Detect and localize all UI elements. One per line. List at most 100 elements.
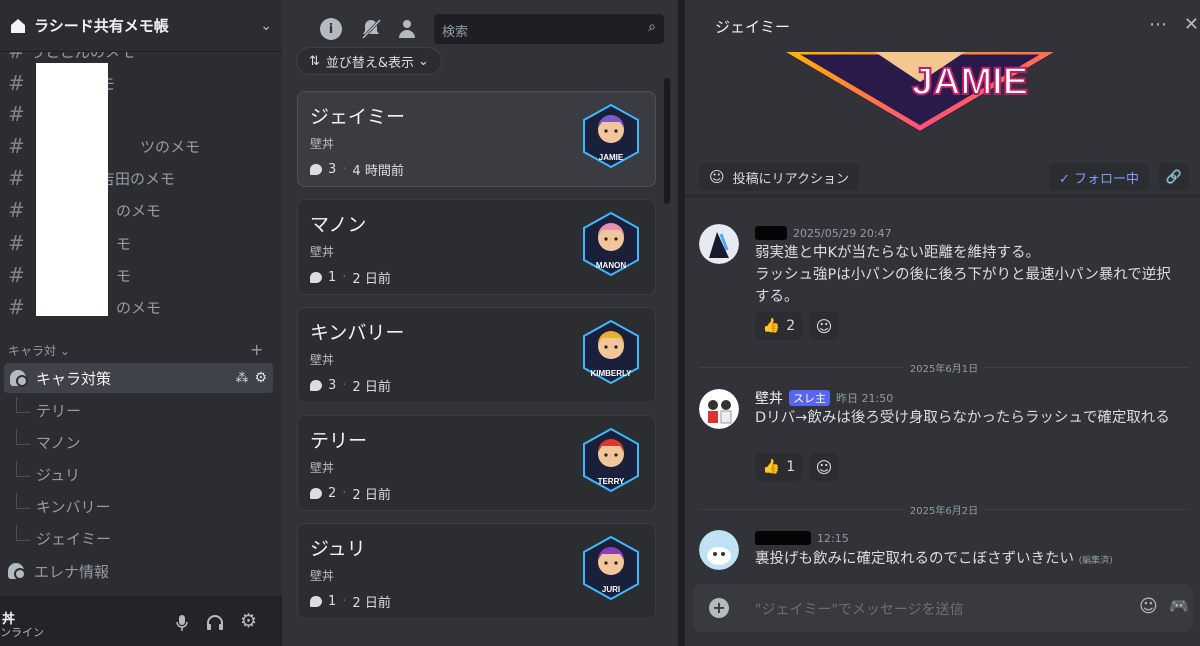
avatar[interactable] bbox=[699, 389, 739, 429]
message-count-icon bbox=[310, 596, 322, 607]
search-input[interactable]: 検索 ⌕ bbox=[434, 14, 664, 44]
search-icon: ⌕ bbox=[648, 19, 656, 35]
gamepad-icon[interactable]: 🎮 bbox=[1169, 596, 1189, 615]
edited-marker: (編集済) bbox=[1078, 556, 1113, 566]
thread-item[interactable]: ジェイミー bbox=[16, 523, 111, 553]
timestamp: 昨日 21:50 bbox=[836, 392, 894, 405]
post-thumbnail: MANON bbox=[583, 212, 639, 276]
emoji-icon[interactable]: ☺ bbox=[1139, 596, 1158, 617]
hash-icon: # bbox=[8, 102, 25, 126]
thread-item[interactable]: キンバリー bbox=[16, 491, 111, 521]
thread-line bbox=[16, 429, 30, 445]
avatar[interactable] bbox=[699, 530, 739, 570]
server-name: ラシード共有メモ帳 bbox=[34, 17, 169, 35]
svg-text:JURI: JURI bbox=[602, 585, 620, 594]
timestamp: 12:15 bbox=[817, 531, 849, 545]
thumbs-up-icon: 👍 bbox=[762, 459, 781, 475]
svg-text:JAMIE: JAMIE bbox=[599, 153, 624, 162]
message-text: Dリバ→飲みは後ろ受け身取らなかったらラッシュで確定取れる bbox=[755, 410, 1170, 426]
hash-icon: # bbox=[8, 198, 25, 222]
info-icon[interactable]: i bbox=[320, 18, 342, 40]
date-divider: 2025年6月2日 bbox=[699, 502, 1189, 517]
members-icon[interactable] bbox=[396, 18, 418, 40]
thread-item[interactable]: ジュリ bbox=[16, 459, 80, 489]
add-channel-icon[interactable]: + bbox=[250, 340, 263, 359]
hash-icon: # bbox=[8, 71, 25, 95]
post-thumbnail: TERRY bbox=[583, 428, 639, 492]
thread-line bbox=[16, 493, 30, 509]
forum-post-card[interactable]: テリー 壁丼 2 · 2 日前 TERRY bbox=[297, 415, 656, 511]
message: 12:15 裏投げも飲みに確定取れるのでこぼさずいきたい (編集済) bbox=[699, 528, 1189, 574]
add-reaction-icon[interactable]: ☺ bbox=[809, 312, 839, 340]
server-header[interactable]: ラシード共有メモ帳 ⌄ bbox=[0, 0, 282, 52]
reaction-thumbs-up[interactable]: 👍 2 bbox=[755, 312, 803, 340]
more-options-icon[interactable]: ⋯ bbox=[1149, 14, 1167, 35]
chevron-down-icon: ⌄ bbox=[59, 344, 70, 358]
forum-post-card[interactable]: マノン 壁丼 1 · 2 日前 MANON bbox=[297, 199, 656, 295]
channel-item[interactable]: # bbox=[8, 99, 30, 129]
thread-title: ジェイミー bbox=[715, 17, 791, 36]
thread-panel: ジェイミー ⋯ ✕ JAMIE ☺ 投稿にリアクション ✓ フォロー中 🔗 202… bbox=[684, 0, 1200, 646]
svg-text:TERRY: TERRY bbox=[598, 477, 625, 486]
headphones-icon[interactable] bbox=[206, 614, 224, 632]
attach-plus-icon[interactable]: + bbox=[709, 598, 729, 618]
message-input[interactable]: + "ジェイミー"でメッセージを送信 ☺ 🎮 bbox=[693, 584, 1193, 632]
post-thumbnail: KIMBERLY bbox=[583, 320, 639, 384]
gear-icon[interactable]: ⚙ bbox=[254, 370, 267, 386]
banner-text: JAMIE bbox=[912, 61, 1028, 103]
separator bbox=[685, 158, 1200, 198]
notification-muted-icon[interactable] bbox=[360, 17, 382, 41]
category-header[interactable]: キャラ対 ⌄ bbox=[8, 342, 70, 359]
message-count-icon bbox=[310, 380, 322, 391]
forum-post-card[interactable]: キンバリー 壁丼 3 · 2 日前 KIMBERLY bbox=[297, 307, 656, 403]
timestamp: 2025/05/29 20:47 bbox=[793, 226, 892, 240]
thread-line bbox=[16, 397, 30, 413]
close-icon[interactable]: ✕ bbox=[1184, 14, 1199, 35]
microphone-icon[interactable] bbox=[175, 614, 189, 632]
op-badge: スレ主 bbox=[789, 390, 830, 406]
hash-icon: # bbox=[8, 295, 25, 319]
message-count-icon bbox=[310, 488, 322, 499]
svg-text:MANON: MANON bbox=[596, 261, 626, 270]
chevron-down-icon[interactable]: ⌄ bbox=[260, 18, 272, 34]
avatar[interactable] bbox=[699, 224, 739, 264]
hash-icon: # bbox=[8, 166, 25, 190]
thread-item[interactable]: マノン bbox=[16, 427, 81, 457]
message-text: 裏投げも飲みに確定取れるのでこぼさずいきたい (編集済) bbox=[755, 551, 1113, 567]
message: 2025/05/29 20:47 弱実進と中Kが当たらない距離を維持する。 ラッシ… bbox=[699, 222, 1189, 342]
forum-channel-item[interactable]: エレナ情報 bbox=[8, 556, 109, 586]
settings-gear-icon[interactable]: ⚙ bbox=[240, 610, 257, 632]
reaction-thumbs-up[interactable]: 👍 1 bbox=[755, 453, 803, 481]
redaction-block bbox=[36, 63, 108, 316]
forum-icon bbox=[10, 370, 28, 387]
message-text: 弱実進と中Kが当たらない距離を維持する。 ラッシュ強Pは小パンの後に後ろ下がりと最… bbox=[755, 245, 1171, 305]
add-reaction-icon[interactable]: ☺ bbox=[809, 453, 839, 481]
hash-icon: # bbox=[8, 263, 25, 287]
thread-header: ジェイミー ⋯ ✕ bbox=[685, 0, 1200, 52]
hash-icon: # bbox=[8, 231, 25, 255]
thread-line bbox=[16, 461, 30, 477]
thumbs-up-icon: 👍 bbox=[762, 318, 781, 334]
hash-icon: # bbox=[8, 134, 25, 158]
redacted-username bbox=[755, 226, 787, 240]
author-name[interactable]: 壁丼 bbox=[755, 388, 783, 408]
thread-banner-image: JAMIE bbox=[785, 52, 1055, 132]
forum-channel-active[interactable]: キャラ対策 ⁂ ⚙ bbox=[4, 363, 273, 393]
server-sidebar: ラシード共有メモ帳 ⌄ #うとこんのメモ #モ # #ツのメモ #吉田のメモ #… bbox=[0, 0, 282, 646]
message-count-icon bbox=[310, 164, 322, 175]
scrollbar[interactable] bbox=[664, 78, 670, 204]
forum-label: キャラ対策 bbox=[36, 369, 112, 388]
sort-icon: ⇅ bbox=[309, 53, 320, 69]
forum-post-card[interactable]: ジェイミー 壁丼 3 · 4 時間前 JAMIE bbox=[297, 91, 656, 187]
forum-post-card[interactable]: ジュリ 壁丼 1 · 2 日前 JURI bbox=[297, 523, 656, 619]
message: 壁丼 スレ主 昨日 21:50 Dリバ→飲みは後ろ受け身取らなかったらラッシュで確定… bbox=[699, 387, 1189, 487]
forum-icon bbox=[8, 563, 26, 580]
sort-view-button[interactable]: ⇅ 並び替え&表示 ⌄ bbox=[296, 47, 442, 75]
post-thumbnail: JURI bbox=[583, 536, 639, 600]
svg-text:KIMBERLY: KIMBERLY bbox=[590, 369, 632, 378]
add-member-icon[interactable]: ⁂ bbox=[235, 371, 248, 386]
user-panel: 丼 ンライン ⚙ bbox=[0, 596, 282, 646]
chevron-down-icon: ⌄ bbox=[418, 53, 429, 69]
thread-item[interactable]: テリー bbox=[16, 395, 81, 425]
forum-post-list: i 検索 ⌕ ⇅ 並び替え&表示 ⌄ ジェイミー 壁丼 3 · 4 時間前 JAMIE マノン 壁丼… bbox=[282, 0, 678, 646]
